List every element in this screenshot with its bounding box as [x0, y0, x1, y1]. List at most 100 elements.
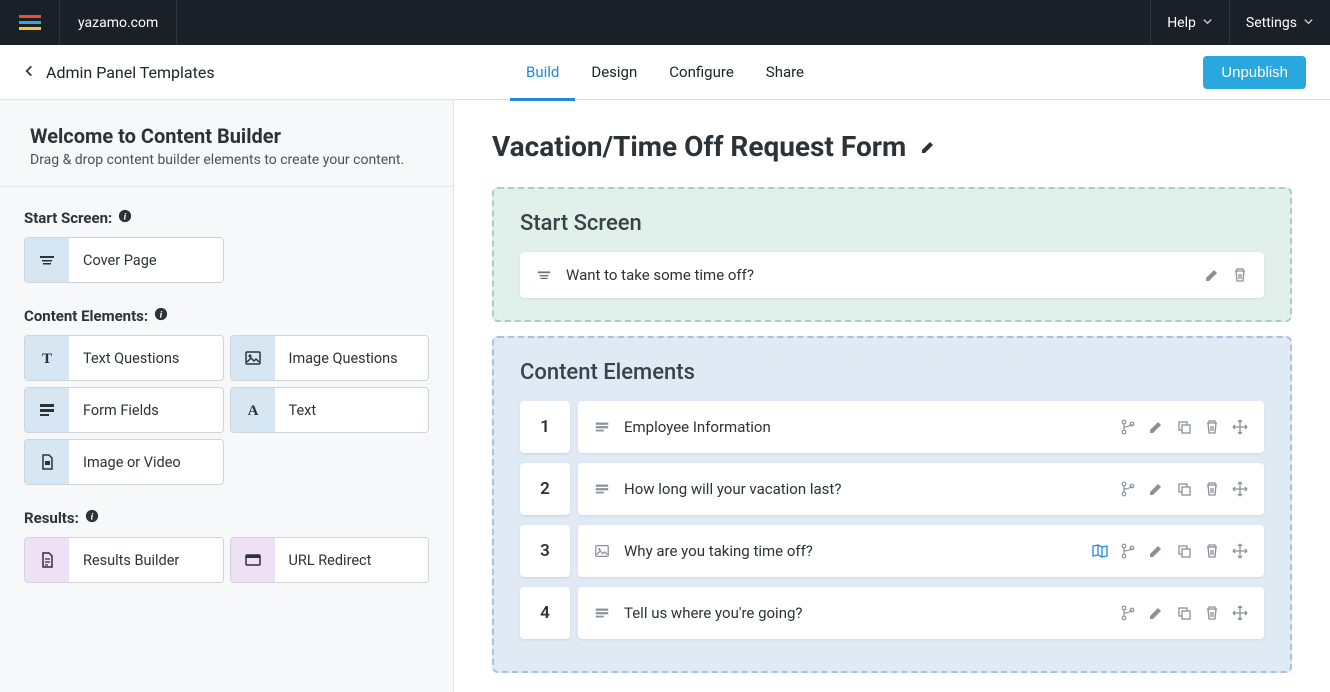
sidebar: Welcome to Content Builder Drag & drop c…: [0, 100, 454, 692]
tile-label: Form Fields: [69, 388, 223, 432]
content-elements-panel: Content Elements 1 Employee Information: [492, 336, 1292, 673]
breadcrumb-label: Admin Panel Templates: [46, 63, 215, 82]
sidebar-title: Welcome to Content Builder: [30, 124, 423, 148]
copy-icon[interactable]: [1176, 543, 1192, 559]
edit-icon[interactable]: [1148, 481, 1164, 497]
form-icon: [594, 605, 610, 621]
logo-stripe: [19, 15, 41, 18]
logo-stripe: [19, 21, 41, 24]
content-row: 4 Tell us where you're going?: [520, 587, 1264, 639]
copy-icon[interactable]: [1176, 605, 1192, 621]
tile-label: Cover Page: [69, 238, 223, 282]
tile-text[interactable]: A Text: [230, 387, 430, 433]
sidebar-subtitle: Drag & drop content builder elements to …: [30, 152, 423, 168]
trash-icon[interactable]: [1204, 543, 1220, 559]
top-bar: yazamo.com Help Settings: [0, 0, 1330, 45]
trash-icon[interactable]: [1204, 419, 1220, 435]
tile-label: Text: [275, 388, 429, 432]
content-card[interactable]: Why are you taking time off?: [578, 525, 1264, 577]
info-icon[interactable]: i: [154, 307, 168, 325]
tile-label: URL Redirect: [275, 538, 429, 582]
svg-text:i: i: [124, 212, 127, 223]
branch-icon[interactable]: [1120, 605, 1136, 621]
help-menu[interactable]: Help: [1150, 0, 1229, 45]
tile-text-questions[interactable]: T Text Questions: [24, 335, 224, 381]
branch-icon[interactable]: [1120, 481, 1136, 497]
tab-design[interactable]: Design: [591, 45, 637, 100]
copy-icon[interactable]: [1176, 419, 1192, 435]
image-questions-icon: [231, 336, 275, 380]
brand-label[interactable]: yazamo.com: [60, 0, 177, 45]
copy-icon[interactable]: [1176, 481, 1192, 497]
tab-configure[interactable]: Configure: [669, 45, 734, 100]
move-icon[interactable]: [1232, 543, 1248, 559]
start-screen-card[interactable]: Want to take some time off?: [520, 252, 1264, 298]
card-text: Want to take some time off?: [566, 266, 1190, 284]
row-number: 3: [520, 525, 570, 577]
logo-stripe: [19, 27, 41, 30]
content-card[interactable]: Employee Information: [578, 401, 1264, 453]
move-icon[interactable]: [1232, 481, 1248, 497]
chevron-down-icon: [1202, 15, 1213, 31]
section-label-results: Results: i: [24, 509, 429, 527]
branch-icon[interactable]: [1120, 543, 1136, 559]
branch-icon[interactable]: [1120, 419, 1136, 435]
cover-page-icon: [25, 238, 69, 282]
panel-title: Content Elements: [520, 360, 1264, 385]
trash-icon[interactable]: [1204, 481, 1220, 497]
chevron-left-icon: [22, 63, 36, 82]
tab-share[interactable]: Share: [766, 45, 804, 100]
card-text: How long will your vacation last?: [624, 480, 1106, 498]
tile-label: Text Questions: [69, 336, 223, 380]
content-row: 2 How long will your vacation last?: [520, 463, 1264, 515]
settings-label: Settings: [1246, 15, 1297, 31]
edit-icon[interactable]: [1148, 419, 1164, 435]
text-icon: A: [231, 388, 275, 432]
svg-text:i: i: [160, 310, 163, 321]
edit-title-icon[interactable]: [920, 139, 936, 155]
info-icon[interactable]: i: [118, 209, 132, 227]
panel-title: Start Screen: [520, 211, 1264, 236]
tile-url-redirect[interactable]: URL Redirect: [230, 537, 430, 583]
help-label: Help: [1167, 15, 1196, 31]
results-builder-icon: [25, 538, 69, 582]
edit-icon[interactable]: [1204, 267, 1220, 283]
map-icon[interactable]: [1092, 543, 1108, 559]
cover-page-icon: [536, 267, 552, 283]
card-text: Employee Information: [624, 418, 1106, 436]
content-row: 1 Employee Information: [520, 401, 1264, 453]
logo[interactable]: [0, 0, 60, 45]
tile-form-fields[interactable]: Form Fields: [24, 387, 224, 433]
start-screen-panel: Start Screen Want to take some time off?: [492, 187, 1292, 322]
edit-icon[interactable]: [1148, 543, 1164, 559]
tile-cover-page[interactable]: Cover Page: [24, 237, 224, 283]
unpublish-button[interactable]: Unpublish: [1203, 56, 1306, 89]
tile-image-or-video[interactable]: Image or Video: [24, 439, 224, 485]
svg-text:T: T: [42, 351, 52, 367]
tile-results-builder[interactable]: Results Builder: [24, 537, 224, 583]
svg-text:i: i: [90, 512, 93, 523]
tabs: Build Design Configure Share: [526, 45, 804, 100]
tile-image-questions[interactable]: Image Questions: [230, 335, 430, 381]
page-title: Vacation/Time Off Request Form: [492, 130, 906, 163]
move-icon[interactable]: [1232, 605, 1248, 621]
form-icon: [594, 481, 610, 497]
content-card[interactable]: How long will your vacation last?: [578, 463, 1264, 515]
move-icon[interactable]: [1232, 419, 1248, 435]
info-icon[interactable]: i: [85, 509, 99, 527]
section-label-start: Start Screen: i: [24, 209, 429, 227]
tile-label: Results Builder: [69, 538, 223, 582]
trash-icon[interactable]: [1232, 267, 1248, 283]
edit-icon[interactable]: [1148, 605, 1164, 621]
text-questions-icon: T: [25, 336, 69, 380]
row-number: 4: [520, 587, 570, 639]
breadcrumb[interactable]: Admin Panel Templates: [0, 63, 237, 82]
svg-text:A: A: [247, 403, 258, 419]
settings-menu[interactable]: Settings: [1229, 0, 1330, 45]
trash-icon[interactable]: [1204, 605, 1220, 621]
tab-build[interactable]: Build: [526, 45, 559, 100]
content-card[interactable]: Tell us where you're going?: [578, 587, 1264, 639]
image-icon: [594, 543, 610, 559]
row-number: 2: [520, 463, 570, 515]
card-text: Why are you taking time off?: [624, 542, 1078, 560]
